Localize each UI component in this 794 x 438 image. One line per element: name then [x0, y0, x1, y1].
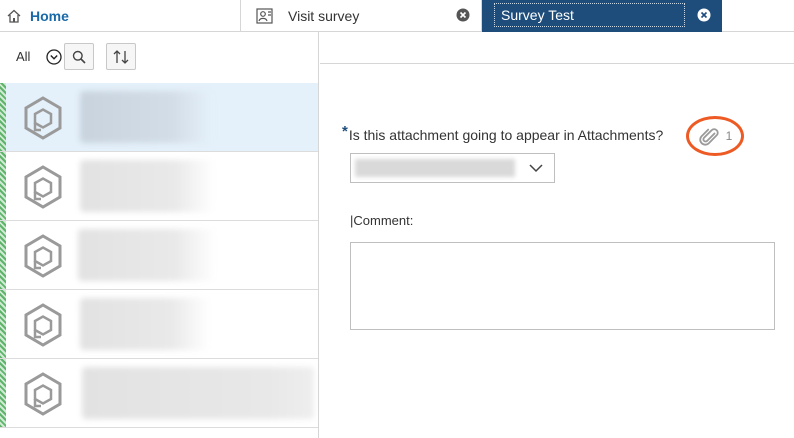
list-item[interactable] [0, 359, 318, 428]
package-hex-icon [24, 96, 62, 140]
form-header [320, 32, 794, 64]
redacted-content [80, 298, 210, 350]
search-button[interactable] [64, 43, 94, 70]
list-item[interactable] [0, 290, 318, 359]
tab-visit-survey[interactable]: Visit survey [242, 0, 482, 31]
status-stripe [0, 290, 6, 358]
close-icon[interactable] [456, 8, 470, 22]
list-panel: All [0, 32, 319, 438]
list-item[interactable] [0, 83, 318, 152]
item-list [0, 83, 318, 428]
comment-textarea[interactable] [350, 242, 775, 330]
redacted-content [82, 367, 314, 419]
visit-survey-icon [256, 7, 273, 24]
package-hex-icon [24, 303, 62, 347]
close-icon[interactable] [697, 8, 711, 22]
redacted-content [80, 91, 212, 143]
chevron-down-icon [529, 164, 543, 173]
required-marker: * [342, 123, 348, 140]
search-icon [72, 50, 86, 64]
redacted-content [78, 229, 216, 281]
package-hex-icon [24, 372, 62, 416]
question-text: Is this attachment going to appear in At… [348, 126, 664, 143]
tab-survey-test[interactable]: Survey Test [482, 0, 722, 32]
paperclip-icon [699, 128, 719, 146]
package-hex-icon [24, 234, 62, 278]
answer-dropdown[interactable] [350, 153, 555, 183]
status-stripe [0, 359, 6, 427]
comment-label: |Comment: [350, 213, 414, 228]
sort-button[interactable] [106, 43, 136, 70]
redacted-selected-value [355, 159, 515, 177]
redacted-content [80, 160, 215, 212]
list-item[interactable] [0, 221, 318, 290]
tab-home[interactable]: Home [0, 0, 241, 31]
tab-bar: Home Visit survey Survey Test [0, 0, 794, 32]
question-row: * Is this attachment going to appear in … [342, 123, 664, 143]
tab-visit-survey-label: Visit survey [288, 7, 360, 24]
filter-bar: All [0, 32, 318, 83]
list-item[interactable] [0, 152, 318, 221]
chevron-down-circle-icon[interactable] [46, 49, 62, 65]
sort-icon [113, 49, 129, 64]
tab-home-label: Home [30, 7, 69, 24]
survey-form-panel: * Is this attachment going to appear in … [320, 32, 794, 438]
tab-survey-test-label: Survey Test [494, 3, 685, 27]
status-stripe [0, 221, 6, 289]
filter-label: All [16, 49, 31, 64]
home-icon [7, 9, 21, 23]
package-hex-icon [24, 165, 62, 209]
status-stripe [0, 83, 6, 151]
status-stripe [0, 152, 6, 220]
attachment-count: 1 [725, 129, 733, 143]
attachment-button[interactable]: 1 [686, 116, 744, 156]
